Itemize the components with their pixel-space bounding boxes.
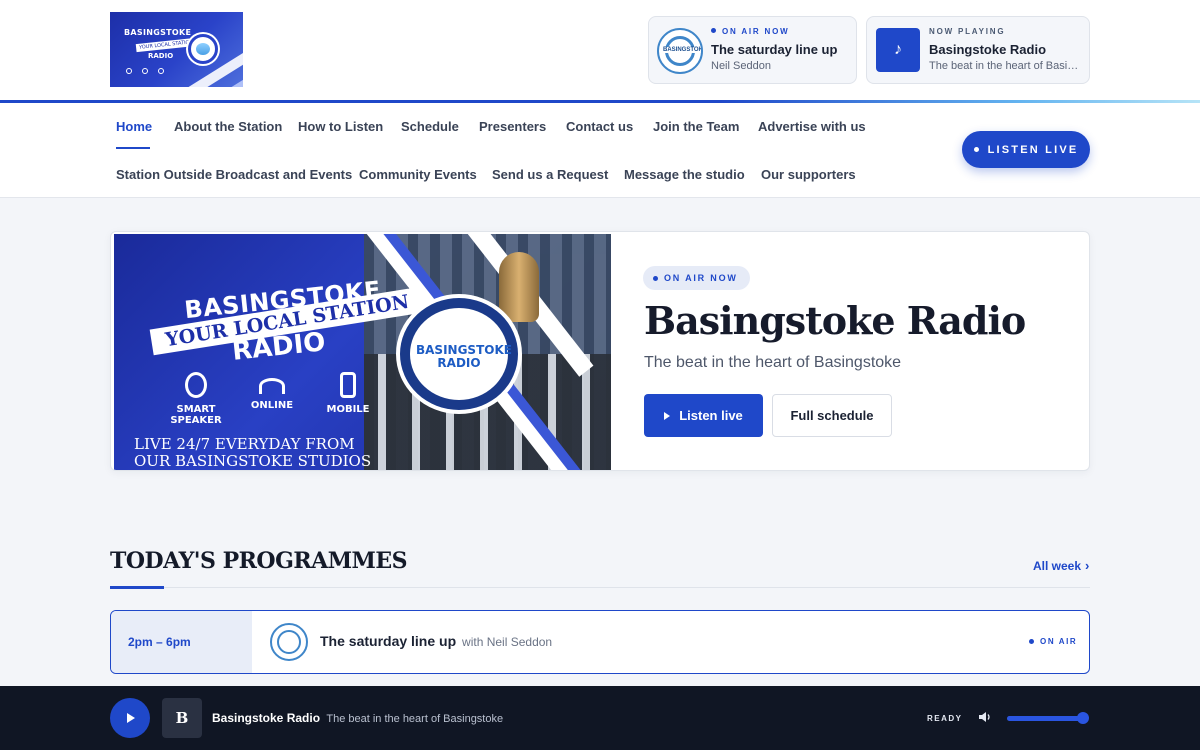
audio-player-bar: B Basingstoke Radio The beat in the hear…: [0, 686, 1200, 750]
station-logo[interactable]: BASINGSTOKE YOUR LOCAL STATION RADIO: [110, 12, 243, 87]
all-week-link[interactable]: All week ›: [1033, 558, 1089, 573]
on-air-presenter: Neil Seddon: [711, 60, 771, 72]
programme-title-line: The saturday line up with Neil Seddon: [320, 633, 552, 649]
volume-slider-handle[interactable]: [1077, 712, 1089, 724]
logo-headline: BASINGSTOKE: [124, 28, 192, 37]
live-dot-icon: [973, 147, 979, 152]
banner-footer: LIVE 24/7 EVERYDAY FROM OUR BASINGSTOKE …: [134, 436, 371, 469]
nav-item-join-team[interactable]: Join the Team: [653, 119, 739, 134]
live-dot-icon: [711, 28, 716, 33]
programme-time: 2pm – 6pm: [111, 611, 252, 673]
nav-item-community-events[interactable]: Community Events: [359, 167, 477, 182]
live-dot-icon: [1029, 639, 1034, 644]
programme-avatar: [270, 623, 308, 661]
hero-card: BASINGSTOKE YOUR LOCAL STATION RADIO BAS…: [110, 231, 1090, 471]
feature-label: ONLINE: [250, 400, 294, 411]
play-icon: [127, 713, 135, 723]
feature-label: MOBILE: [326, 404, 370, 415]
hero-pill-text: ON AIR NOW: [664, 273, 738, 283]
logo-badge-icon: [188, 34, 218, 64]
site-header: BASINGSTOKE YOUR LOCAL STATION RADIO BAS…: [0, 0, 1200, 102]
nav-item-contact[interactable]: Contact us: [566, 119, 633, 134]
live-dot-icon: [653, 275, 658, 281]
badge-text: BASINGSTOKE RADIO: [416, 343, 512, 371]
on-air-kicker-text: ON AIR NOW: [722, 27, 790, 36]
listen-live-label: LISTEN LIVE: [987, 143, 1079, 156]
nav-item-how-to-listen[interactable]: How to Listen: [298, 119, 383, 134]
all-week-label: All week: [1033, 559, 1082, 573]
now-playing-kicker: NOW PLAYING: [929, 27, 1006, 36]
player-subtitle: The beat in the heart of Basingstoke: [326, 713, 504, 725]
listen-live-button[interactable]: LISTEN LIVE: [962, 131, 1090, 168]
badge-inner: BASINGSTOKE RADIO: [410, 308, 512, 400]
programme-status-badge: ON AIR: [1029, 637, 1077, 646]
feature-mobile: MOBILE: [324, 372, 372, 426]
now-playing-subtitle: The beat in the heart of Basingstoke: [929, 60, 1079, 72]
hero-subtitle: The beat in the heart of Basingstoke: [644, 354, 902, 371]
mobile-phone-icon: [340, 372, 356, 398]
headphones-icon: [277, 630, 301, 654]
nav-item-about[interactable]: About the Station: [174, 119, 282, 134]
nav-item-schedule[interactable]: Schedule: [401, 119, 459, 134]
wifi-icon: [259, 378, 285, 394]
microphone-icon: [499, 252, 539, 322]
feature-online: ONLINE: [248, 372, 296, 426]
avatar-logo-text: BASINGSTOKE: [662, 47, 701, 53]
nav-item-send-request[interactable]: Send us a Request: [492, 167, 608, 182]
smart-speaker-icon: [185, 372, 207, 398]
programme-status-text: ON AIR: [1040, 637, 1078, 646]
on-air-card[interactable]: BASINGSTOKE ON AIR NOW The saturday line…: [648, 16, 857, 84]
feature-smart-speaker: SMART SPEAKER: [170, 372, 222, 426]
presenter-avatar: BASINGSTOKE: [657, 28, 703, 74]
listen-live-primary-button[interactable]: Listen live: [644, 394, 763, 437]
logo-radio: RADIO: [148, 52, 174, 60]
player-title-line: Basingstoke Radio The beat in the heart …: [212, 711, 503, 725]
programme-title: The saturday line up: [320, 633, 457, 649]
banner-footer-line2: OUR BASINGSTOKE STUDIOS: [134, 451, 372, 470]
programmes-heading: TODAY'S PROGRAMMES: [110, 548, 408, 574]
now-playing-card[interactable]: ♪ NOW PLAYING Basingstoke Radio The beat…: [866, 16, 1090, 84]
main-navigation: Home About the Station How to Listen Sch…: [0, 103, 1200, 198]
music-note-icon: ♪: [876, 28, 920, 72]
hero-on-air-badge: ON AIR NOW: [643, 266, 750, 290]
player-status: READY: [927, 714, 963, 723]
now-playing-title: Basingstoke Radio: [929, 42, 1047, 57]
hero-title: Basingstoke Radio: [644, 298, 1026, 343]
nav-active-indicator: [116, 147, 150, 149]
play-button[interactable]: [110, 698, 150, 738]
play-icon: [664, 411, 671, 420]
nav-item-supporters[interactable]: Our supporters: [761, 167, 856, 182]
banner-footer-line1: LIVE 24/7 EVERYDAY FROM: [134, 435, 355, 453]
section-divider: [110, 587, 1090, 588]
station-badge: BASINGSTOKE RADIO: [396, 294, 522, 414]
platform-features: SMART SPEAKER ONLINE MOBILE: [170, 372, 372, 426]
nav-item-presenters[interactable]: Presenters: [479, 119, 546, 134]
nav-item-advertise[interactable]: Advertise with us: [758, 119, 866, 134]
volume-slider[interactable]: [1007, 712, 1089, 724]
programme-presenter: with Neil Seddon: [462, 635, 553, 649]
station-tile: B: [162, 698, 202, 738]
nav-item-outside-broadcast[interactable]: Station Outside Broadcast and Events: [116, 167, 352, 182]
volume-icon[interactable]: [978, 710, 992, 724]
on-air-kicker: ON AIR NOW: [711, 27, 789, 36]
heading-underline: [110, 586, 164, 589]
volume-slider-fill: [1007, 716, 1083, 721]
hero-banner-image: BASINGSTOKE YOUR LOCAL STATION RADIO BAS…: [114, 234, 611, 470]
nav-item-message-studio[interactable]: Message the studio: [624, 167, 745, 182]
nav-item-home[interactable]: Home: [116, 119, 152, 134]
full-schedule-button[interactable]: Full schedule: [772, 394, 892, 437]
chevron-right-icon: ›: [1085, 558, 1090, 573]
feature-label: SMART SPEAKER: [170, 404, 222, 426]
player-title: Basingstoke Radio: [212, 711, 321, 725]
programme-row[interactable]: 2pm – 6pm The saturday line up with Neil…: [110, 610, 1090, 674]
logo-platform-icons: [126, 68, 164, 74]
listen-live-primary-label: Listen live: [679, 408, 743, 423]
on-air-title: The saturday line up: [711, 42, 838, 57]
